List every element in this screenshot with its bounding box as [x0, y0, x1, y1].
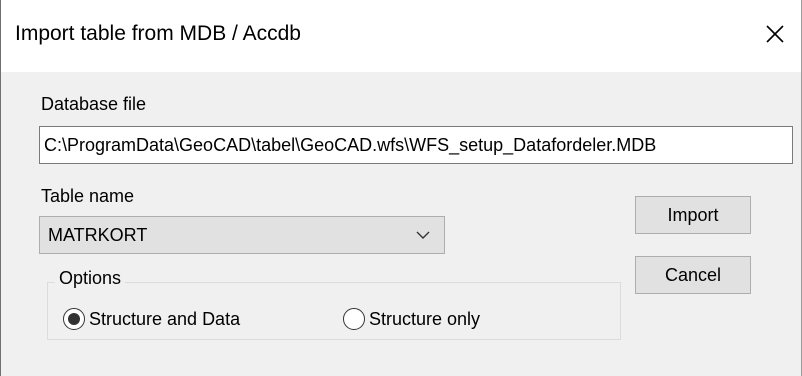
radio-structure-only[interactable]: Structure only: [343, 308, 480, 330]
radio-label: Structure and Data: [89, 308, 241, 329]
close-button[interactable]: [755, 16, 795, 52]
radio-button-checked: [63, 308, 85, 330]
dialog-title: Import table from MDB / Accdb: [15, 22, 301, 45]
import-dialog: Import table from MDB / Accdb Database f…: [0, 0, 802, 376]
close-icon: [766, 25, 784, 43]
radio-button-unchecked: [343, 308, 365, 330]
title-bar: Import table from MDB / Accdb: [1, 0, 801, 72]
radio-label: Structure only: [369, 308, 481, 329]
database-file-label: Database file: [41, 94, 147, 114]
table-name-label: Table name: [41, 186, 135, 206]
cancel-button[interactable]: Cancel: [635, 256, 751, 294]
table-name-select[interactable]: MATRKORT: [39, 216, 445, 254]
chevron-down-icon: [416, 231, 430, 239]
import-button[interactable]: Import: [635, 196, 751, 234]
table-name-value: MATRKORT: [48, 225, 148, 245]
options-legend: Options: [55, 268, 126, 289]
radio-structure-and-data[interactable]: Structure and Data: [63, 308, 240, 330]
database-file-input[interactable]: C:\ProgramData\GeoCAD\tabel\GeoCAD.wfs\W…: [39, 126, 793, 164]
